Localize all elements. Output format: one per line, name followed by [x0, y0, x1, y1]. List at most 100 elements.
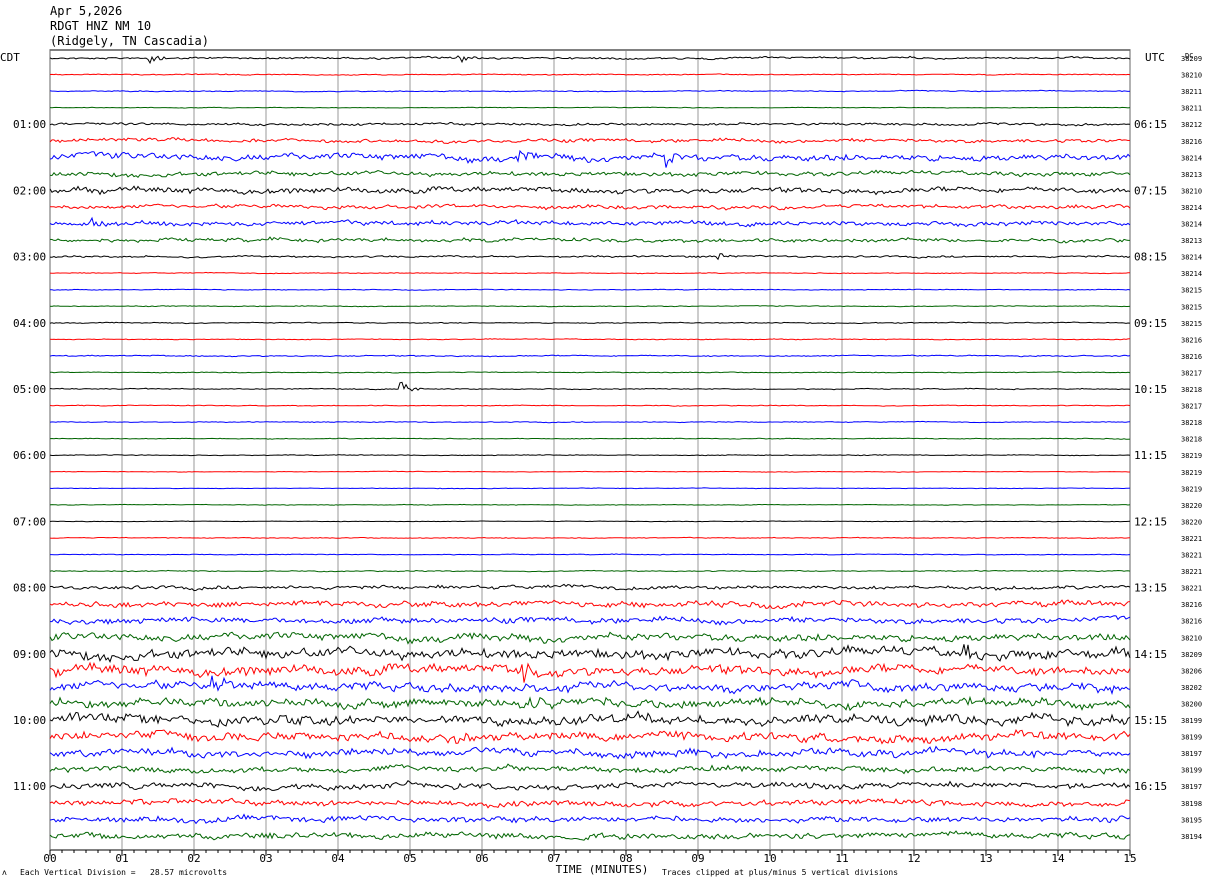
right-hour-label: 11:15	[1134, 449, 1167, 462]
right-hour-label: 10:15	[1134, 383, 1167, 396]
seismic-trace	[49, 437, 1131, 440]
right-zone-label: UTC	[1145, 51, 1165, 64]
dc-offset-label: 38197	[1181, 750, 1202, 758]
dc-offset-label: 38215	[1181, 320, 1202, 328]
dc-offset-label: 38216	[1181, 601, 1202, 609]
seismic-trace	[49, 599, 1131, 610]
dc-offset-label: 38202	[1181, 684, 1202, 692]
x-tick-label: 00	[43, 852, 56, 865]
seismic-trace	[49, 216, 1131, 228]
seismic-trace	[49, 779, 1131, 792]
seismic-trace	[49, 470, 1130, 473]
seismic-trace	[49, 644, 1131, 663]
x-tick-label: 01	[115, 852, 128, 865]
corner-mark: ʌ	[2, 868, 7, 877]
seismic-trace	[49, 675, 1131, 695]
dc-offset-label: 38206	[1181, 667, 1202, 675]
left-hour-label: 06:00	[13, 449, 46, 462]
dc-offset-label: 38200	[1181, 700, 1202, 708]
dc-offset-label: 38211	[1181, 105, 1202, 113]
clip-note: Traces clipped at plus/minus 5 vertical …	[662, 868, 899, 877]
seismic-trace	[49, 203, 1131, 211]
seismic-trace	[49, 253, 1131, 261]
dc-offset-label: 38217	[1181, 403, 1202, 411]
dc-offset-label: 38219	[1181, 485, 1202, 493]
seismic-trace	[49, 520, 1131, 523]
dc-offset-label: 38216	[1181, 618, 1202, 626]
left-hour-label: 10:00	[13, 714, 46, 727]
dc-offset-label: 38219	[1181, 452, 1202, 460]
dc-offset-label: 38218	[1181, 386, 1202, 394]
dc-offset-label: 38221	[1181, 535, 1202, 543]
seismic-trace	[49, 487, 1131, 490]
dc-offset-label: 38215	[1181, 287, 1202, 295]
seismic-trace	[49, 536, 1131, 540]
seismic-trace	[49, 745, 1131, 760]
dc-offset-label: 38221	[1181, 552, 1202, 560]
seismic-trace	[49, 813, 1131, 825]
dc-offset-label: 38211	[1181, 88, 1202, 96]
seismic-trace	[49, 631, 1131, 645]
dc-offset-label: 38213	[1181, 171, 1202, 179]
dc-offset-label: 38219	[1181, 469, 1202, 477]
seismic-trace	[49, 569, 1131, 573]
x-axis-label: TIME (MINUTES)	[556, 863, 649, 876]
x-tick-label: 11	[835, 852, 848, 865]
dc-offset-label: 38198	[1181, 800, 1202, 808]
right-hour-label: 07:15	[1134, 184, 1167, 197]
x-tick-label: 15	[1123, 852, 1136, 865]
left-hour-label: 01:00	[13, 118, 46, 131]
seismic-trace	[49, 106, 1131, 109]
right-hour-label: 16:15	[1134, 780, 1167, 793]
dc-offset-label: 38221	[1181, 585, 1202, 593]
seismic-trace	[49, 797, 1131, 809]
x-tick-label: 05	[403, 852, 416, 865]
x-tick-label: 02	[187, 852, 200, 865]
x-tick-label: 10	[763, 852, 776, 865]
seismic-trace	[49, 503, 1131, 506]
x-tick-label: 03	[259, 852, 272, 865]
seismic-trace	[49, 763, 1131, 775]
seismic-trace	[49, 695, 1131, 712]
left-hour-label: 04:00	[13, 317, 46, 330]
seismic-trace	[49, 830, 1131, 841]
helicorder-chart: 00 01 02 03 04 05 06 07 08 09 10 11 12 13 14 15TIME (MI…	[0, 49, 1202, 876]
left-hour-label: 03:00	[13, 251, 46, 264]
right-hour-label: 06:15	[1134, 118, 1167, 131]
left-hour-label: 07:00	[13, 515, 46, 528]
dc-offset-label: 38214	[1181, 154, 1202, 162]
dc-offset-label: 38216	[1181, 353, 1202, 361]
dc-offset-label: 38214	[1181, 270, 1202, 278]
seismic-trace	[50, 615, 1131, 626]
right-hour-label: 15:15	[1134, 714, 1167, 727]
seismic-trace	[50, 553, 1131, 556]
division-note: Each Vertical Division = 28.57 microvolt…	[20, 868, 228, 877]
dc-offset-label: 38194	[1181, 833, 1202, 841]
seismic-trace	[49, 89, 1131, 93]
plot-frame	[49, 49, 1131, 851]
x-tick-label: 09	[691, 852, 704, 865]
right-hour-label: 14:15	[1134, 648, 1167, 661]
dc-offset-label: 38220	[1181, 502, 1202, 510]
left-hour-label: 02:00	[13, 184, 46, 197]
dc-offset-label: 38212	[1181, 121, 1202, 129]
dc-offset-label: 38209	[1181, 651, 1202, 659]
dc-offset-label: 38220	[1181, 518, 1202, 526]
x-tick-label: 14	[1051, 852, 1065, 865]
seismic-trace	[49, 710, 1131, 728]
seismic-trace	[49, 288, 1131, 291]
seismic-trace	[49, 271, 1131, 275]
dc-offset-label: 38195	[1181, 816, 1202, 824]
dc-offset-label: 38215	[1181, 303, 1202, 311]
dc-offset-label: 38197	[1181, 783, 1202, 791]
x-tick-label: 04	[331, 852, 345, 865]
seismic-trace	[49, 149, 1131, 168]
seismic-trace	[49, 236, 1130, 244]
x-tick-label: 13	[979, 852, 992, 865]
dc-offset-label: 38210	[1181, 634, 1202, 642]
seismic-trace	[49, 73, 1131, 76]
right-hour-label: 13:15	[1134, 582, 1167, 595]
dc-offset-label: 38199	[1181, 717, 1202, 725]
seismic-trace	[49, 121, 1131, 127]
seismic-trace	[49, 137, 1131, 145]
